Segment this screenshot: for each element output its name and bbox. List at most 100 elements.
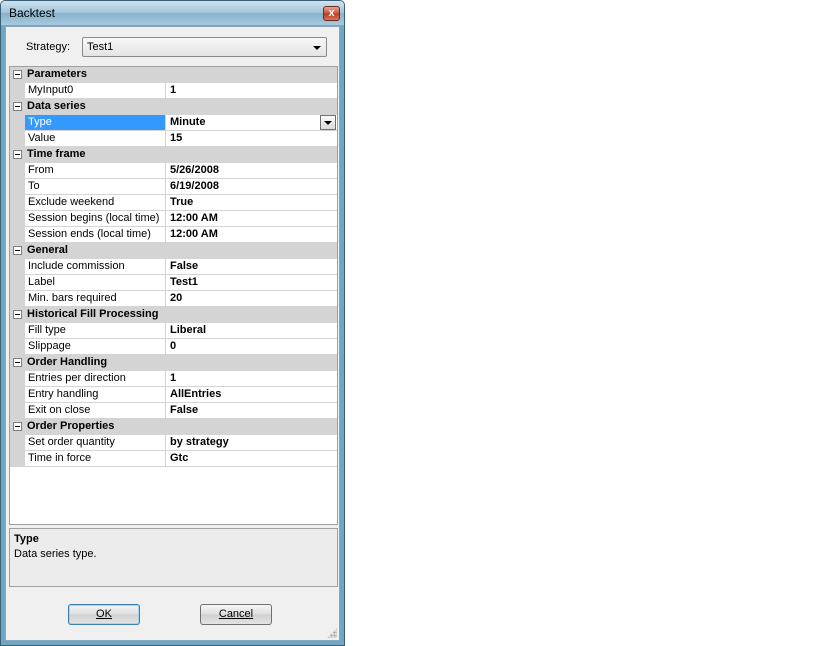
property-value[interactable]: False [166,259,337,275]
category-row[interactable]: Historical Fill Processing [10,307,337,323]
cancel-button[interactable]: Cancel [200,604,272,625]
resize-grip-icon[interactable] [327,628,337,638]
property-name[interactable]: Fill type [25,323,166,339]
property-name[interactable]: Label [25,275,166,291]
help-panel: Type Data series type. [9,528,338,587]
row-gutter [10,403,25,419]
property-row[interactable]: Session begins (local time) 12:00 AM [10,211,337,227]
property-name[interactable]: Time in force [25,451,166,467]
row-gutter [10,451,25,467]
property-row[interactable]: Type Minute [10,115,337,131]
property-row[interactable]: MyInput0 1 [10,83,337,99]
property-row[interactable]: Entry handling AllEntries [10,387,337,403]
row-gutter [10,435,25,451]
property-row[interactable]: Exclude weekend True [10,195,337,211]
property-value-text: False [170,260,199,272]
collapse-icon[interactable] [13,422,22,431]
property-name[interactable]: Include commission [25,259,166,275]
property-name[interactable]: Exit on close [25,403,166,419]
collapse-icon[interactable] [13,102,22,111]
property-value-text: Minute [170,116,206,128]
property-value-text: 15 [170,132,183,144]
property-value[interactable]: 6/19/2008 [166,179,337,195]
category-label: Order Handling [27,356,108,368]
property-value[interactable]: 1 [166,371,337,387]
property-value-text: Test1 [170,276,198,288]
row-gutter [10,179,25,195]
property-name[interactable]: Slippage [25,339,166,355]
collapse-icon[interactable] [13,246,22,255]
property-value[interactable]: AllEntries [166,387,337,403]
property-name[interactable]: Type [25,115,166,131]
close-button[interactable]: x [323,6,340,21]
collapse-icon[interactable] [13,70,22,79]
category-row[interactable]: General [10,243,337,259]
property-row[interactable]: Value 15 [10,131,337,147]
property-value[interactable]: 5/26/2008 [166,163,337,179]
property-row[interactable]: Include commission False [10,259,337,275]
property-name[interactable]: Entries per direction [25,371,166,387]
row-gutter [10,227,25,243]
category-row[interactable]: Time frame [10,147,337,163]
property-row[interactable]: Min. bars required 20 [10,291,337,307]
row-gutter [10,83,25,99]
window-title: Backtest [9,6,56,20]
property-value[interactable]: 12:00 AM [166,211,337,227]
property-grid[interactable]: Parameters MyInput0 1 Data series Type Minute… [9,66,338,525]
property-row[interactable]: Exit on close False [10,403,337,419]
property-name[interactable]: Min. bars required [25,291,166,307]
property-name[interactable]: MyInput0 [25,83,166,99]
property-row[interactable]: Set order quantity by strategy [10,435,337,451]
property-name[interactable]: Value [25,131,166,147]
property-name[interactable]: Entry handling [25,387,166,403]
property-value[interactable]: Minute [166,115,337,131]
property-value-text: AllEntries [170,388,222,400]
category-label: Historical Fill Processing [27,308,159,320]
property-value[interactable]: Liberal [166,323,337,339]
property-row[interactable]: Time in force Gtc [10,451,337,467]
property-value[interactable]: 0 [166,339,337,355]
strategy-dropdown[interactable]: Test1 [82,37,327,57]
category-row[interactable]: Parameters [10,67,337,83]
property-row[interactable]: To 6/19/2008 [10,179,337,195]
property-name[interactable]: Exclude weekend [25,195,166,211]
property-value[interactable]: 12:00 AM [166,227,337,243]
row-gutter [10,291,25,307]
category-row[interactable]: Order Handling [10,355,337,371]
collapse-icon[interactable] [13,150,22,159]
property-value[interactable]: 20 [166,291,337,307]
property-name[interactable]: To [25,179,166,195]
collapse-icon[interactable] [13,310,22,319]
property-name[interactable]: From [25,163,166,179]
property-value[interactable]: Gtc [166,451,337,467]
property-row[interactable]: Fill type Liberal [10,323,337,339]
property-value[interactable]: 15 [166,131,337,147]
ok-button[interactable]: OK [68,604,140,625]
property-name[interactable]: Session begins (local time) [25,211,166,227]
collapse-icon[interactable] [13,358,22,367]
category-row[interactable]: Data series [10,99,337,115]
category-label: Data series [27,100,86,112]
property-value-text: 12:00 AM [170,212,218,224]
property-row[interactable]: Session ends (local time) 12:00 AM [10,227,337,243]
value-dropdown-button[interactable] [320,115,336,130]
property-value[interactable]: Test1 [166,275,337,291]
property-value[interactable]: True [166,195,337,211]
help-description: Data series type. [14,548,97,560]
property-value[interactable]: False [166,403,337,419]
property-value[interactable]: 1 [166,83,337,99]
property-name[interactable]: Session ends (local time) [25,227,166,243]
title-bar[interactable]: Backtest x [1,1,344,25]
property-value-text: Gtc [170,452,189,464]
property-row[interactable]: From 5/26/2008 [10,163,337,179]
property-row[interactable]: Label Test1 [10,275,337,291]
category-row[interactable]: Order Properties [10,419,337,435]
property-value-text: 20 [170,292,183,304]
property-value[interactable]: by strategy [166,435,337,451]
strategy-value: Test1 [87,41,114,53]
property-row[interactable]: Entries per direction 1 [10,371,337,387]
property-value-text: Liberal [170,324,207,336]
property-row[interactable]: Slippage 0 [10,339,337,355]
dialog-body: Strategy: Test1 Parameters MyInput0 1 Data … [5,26,340,641]
property-name[interactable]: Set order quantity [25,435,166,451]
